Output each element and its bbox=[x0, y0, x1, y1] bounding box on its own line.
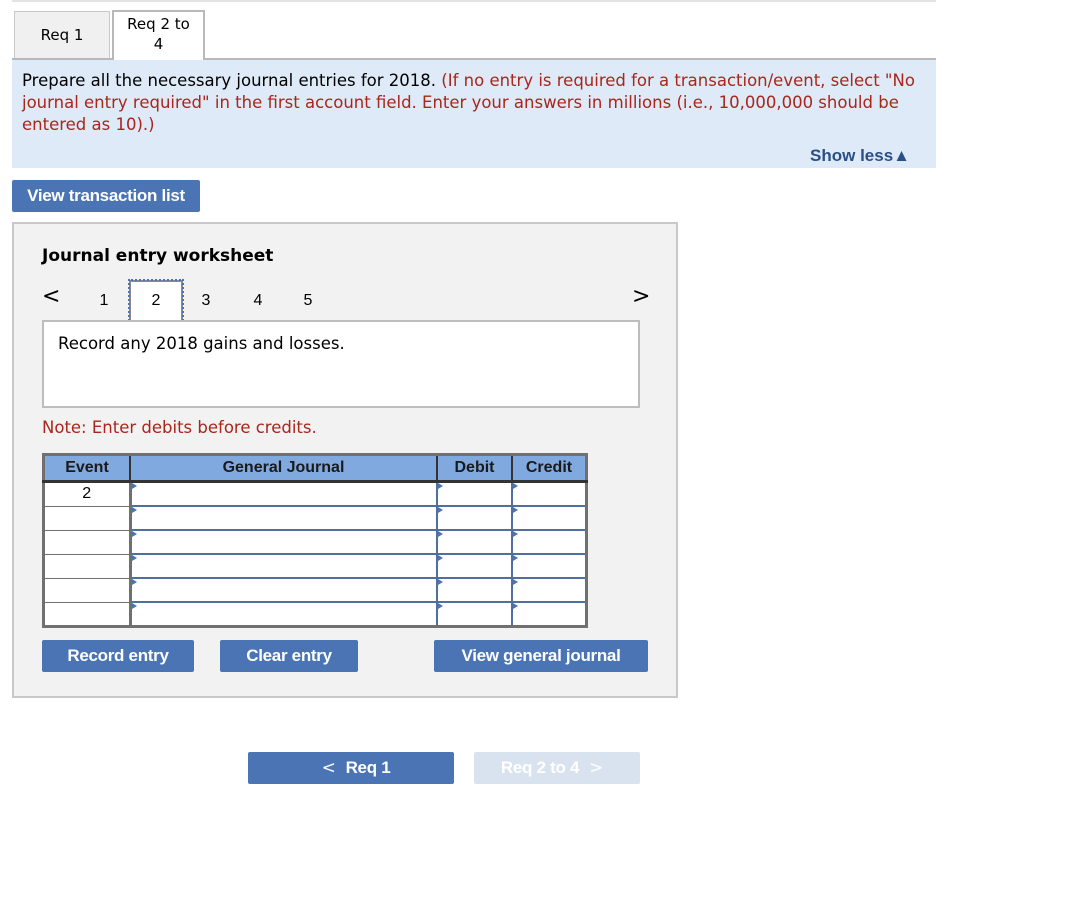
show-less-label: Show less bbox=[810, 146, 894, 165]
credit-input[interactable] bbox=[511, 601, 588, 628]
header-debit: Debit bbox=[437, 454, 513, 483]
table-row bbox=[43, 529, 588, 555]
prev-req-button[interactable]: < Req 1 bbox=[248, 752, 454, 784]
account-input[interactable] bbox=[129, 577, 438, 603]
credit-input[interactable] bbox=[511, 553, 588, 579]
page-2[interactable]: 2 bbox=[146, 292, 166, 310]
account-input[interactable] bbox=[129, 480, 438, 507]
page-3[interactable]: 3 bbox=[196, 292, 216, 310]
debit-input[interactable] bbox=[436, 505, 513, 531]
event-cell bbox=[43, 577, 132, 603]
page-1[interactable]: 1 bbox=[94, 292, 114, 310]
instructions-panel: Prepare all the necessary journal entrie… bbox=[12, 60, 936, 168]
event-cell: 2 bbox=[43, 481, 132, 507]
next-req-button: Req 2 to 4 > bbox=[474, 752, 640, 784]
debit-credit-note: Note: Enter debits before credits. bbox=[42, 418, 317, 437]
record-entry-button[interactable]: Record entry bbox=[42, 640, 194, 672]
tab-label-line2: 4 bbox=[153, 35, 164, 53]
debit-input[interactable] bbox=[436, 601, 513, 628]
table-row bbox=[43, 505, 588, 531]
chevron-right-icon[interactable]: > bbox=[632, 284, 650, 309]
debit-input[interactable] bbox=[436, 553, 513, 579]
account-input[interactable] bbox=[129, 553, 438, 579]
account-input[interactable] bbox=[129, 601, 438, 628]
journal-entry-worksheet: Journal entry worksheet < 1 2 3 4 5 > Re… bbox=[12, 222, 678, 698]
chevron-right-icon: > bbox=[589, 758, 604, 778]
account-input[interactable] bbox=[129, 505, 438, 531]
table-row bbox=[43, 553, 588, 579]
account-input[interactable] bbox=[129, 529, 438, 555]
header-event: Event bbox=[43, 454, 131, 483]
debit-input[interactable] bbox=[436, 480, 513, 507]
table-row bbox=[43, 601, 588, 628]
chevron-left-icon[interactable]: < bbox=[42, 284, 60, 309]
instructions-main: Prepare all the necessary journal entrie… bbox=[22, 71, 437, 90]
view-transaction-list-button[interactable]: View transaction list bbox=[12, 180, 200, 212]
general-journal-table: Event General Journal Debit Credit 2 bbox=[42, 453, 588, 628]
top-divider bbox=[12, 0, 936, 2]
credit-input[interactable] bbox=[511, 577, 588, 603]
event-cell bbox=[43, 529, 132, 555]
worksheet-title: Journal entry worksheet bbox=[42, 246, 274, 266]
page-4[interactable]: 4 bbox=[248, 292, 268, 310]
credit-input[interactable] bbox=[511, 480, 588, 507]
chevron-left-icon: < bbox=[321, 758, 336, 778]
header-general-journal: General Journal bbox=[130, 454, 438, 483]
debit-input[interactable] bbox=[436, 577, 513, 603]
tab-req-2-to-4[interactable]: Req 2 to 4 bbox=[112, 10, 205, 60]
credit-input[interactable] bbox=[511, 529, 588, 555]
next-req-label: Req 2 to 4 bbox=[500, 758, 580, 777]
page-5[interactable]: 5 bbox=[298, 292, 318, 310]
debit-input[interactable] bbox=[436, 529, 513, 555]
worksheet-pager: < 1 2 3 4 5 > bbox=[14, 279, 676, 325]
header-credit: Credit bbox=[512, 454, 587, 483]
table-row: 2 bbox=[43, 480, 588, 507]
tab-req-1-label: Req 1 bbox=[40, 26, 84, 44]
view-general-journal-button[interactable]: View general journal bbox=[434, 640, 648, 672]
tab-label-line1: Req 2 to bbox=[127, 15, 190, 33]
credit-input[interactable] bbox=[511, 505, 588, 531]
event-cell bbox=[43, 553, 132, 579]
event-cell bbox=[43, 505, 132, 531]
event-cell bbox=[43, 601, 132, 627]
clear-entry-button[interactable]: Clear entry bbox=[220, 640, 358, 672]
entry-description: Record any 2018 gains and losses. bbox=[42, 320, 640, 408]
tab-req-1[interactable]: Req 1 bbox=[14, 11, 110, 58]
triangle-up-icon: ▲ bbox=[893, 146, 910, 165]
table-row bbox=[43, 577, 588, 603]
show-less-link[interactable]: Show less▲ bbox=[810, 145, 910, 167]
prev-req-label: Req 1 bbox=[345, 758, 391, 777]
